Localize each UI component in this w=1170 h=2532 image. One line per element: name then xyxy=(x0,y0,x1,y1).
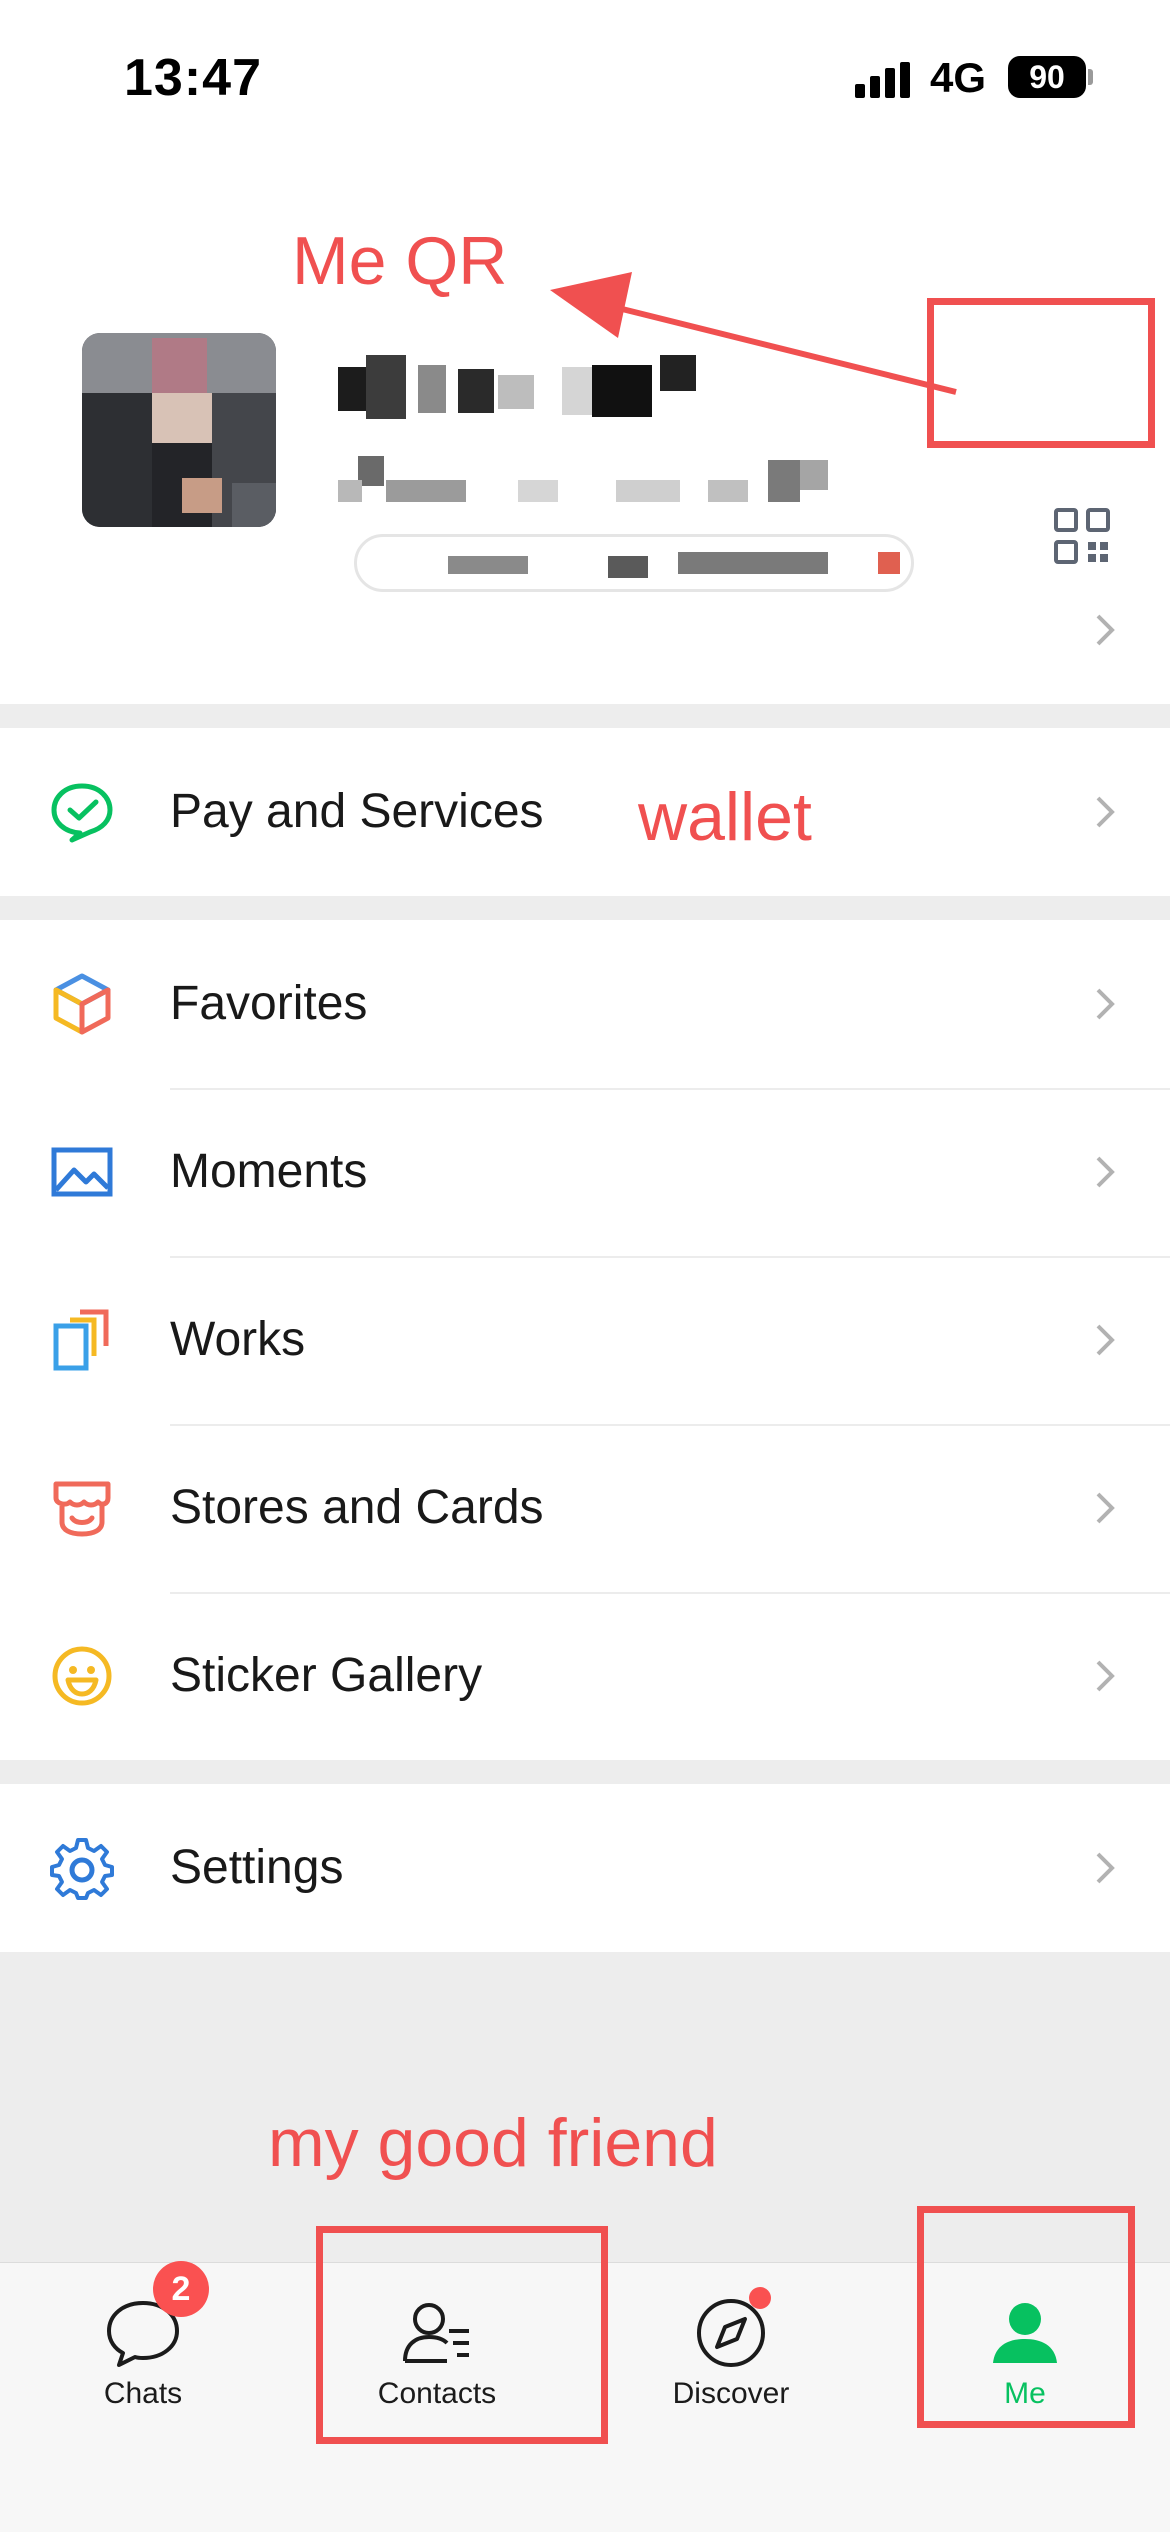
annotation-me-box xyxy=(917,2206,1135,2428)
menu-item-label: Moments xyxy=(170,1145,368,1198)
chevron-right-icon xyxy=(1096,1660,1115,1692)
chevron-right-icon xyxy=(1096,1492,1115,1524)
menu-group-settings: Settings xyxy=(0,1784,1170,1952)
works-icon xyxy=(53,1309,109,1371)
chevron-right-icon xyxy=(1096,1156,1115,1188)
store-icon xyxy=(53,1481,111,1537)
menu-item-moments[interactable]: Moments xyxy=(0,1088,1170,1256)
cellular-signal-icon xyxy=(855,62,911,98)
chevron-right-icon xyxy=(1096,988,1115,1020)
tab-discover[interactable]: Discover xyxy=(621,2263,841,2463)
menu-item-favorites[interactable]: Favorites xyxy=(0,920,1170,1088)
chevron-right-icon xyxy=(1096,614,1115,646)
annotation-friend-note: my good friend xyxy=(268,2105,718,2181)
profile-status-pill[interactable] xyxy=(338,530,938,596)
menu-item-label: Stores and Cards xyxy=(170,1481,544,1534)
discover-new-dot xyxy=(749,2287,771,2309)
qr-code-icon[interactable] xyxy=(1052,506,1112,566)
chevron-right-icon xyxy=(1096,1852,1115,1884)
tab-chats[interactable]: 2 Chats xyxy=(33,2261,253,2463)
annotation-qr-note: Me QR xyxy=(292,223,508,299)
menu-item-sticker-gallery[interactable]: Sticker Gallery xyxy=(0,1592,1170,1760)
avatar[interactable] xyxy=(82,333,276,527)
network-type: 4G xyxy=(930,54,987,101)
menu-item-label: Pay and Services xyxy=(170,785,544,838)
menu-item-settings[interactable]: Settings xyxy=(0,1784,1170,1952)
tab-label: Discover xyxy=(672,2377,790,2410)
menu-item-stores-and-cards[interactable]: Stores and Cards xyxy=(0,1424,1170,1592)
status-bar: 13:47 4G 90 xyxy=(0,0,1170,150)
annotation-wallet-note: wallet xyxy=(638,779,812,855)
chevron-right-icon xyxy=(1096,796,1115,828)
menu-group-main: Favorites Moments Works Stores and Cards… xyxy=(0,920,1170,1760)
menu-item-pay-and-services[interactable]: Pay and Services xyxy=(0,728,1170,896)
profile-name xyxy=(338,355,708,423)
smiley-icon xyxy=(52,1646,112,1706)
menu-item-label: Works xyxy=(170,1313,306,1366)
favorites-cube-icon xyxy=(53,973,111,1035)
menu-item-label: Favorites xyxy=(170,977,368,1030)
menu-group-pay: Pay and Services xyxy=(0,728,1170,896)
menu-item-label: Sticker Gallery xyxy=(170,1649,483,1702)
annotation-contacts-box xyxy=(316,2226,608,2444)
pay-services-icon xyxy=(51,783,113,843)
moments-picture-icon xyxy=(51,1147,113,1197)
chevron-right-icon xyxy=(1096,1324,1115,1356)
menu-item-label: Settings xyxy=(170,1841,344,1894)
chats-unread-badge: 2 xyxy=(153,2261,209,2317)
profile-wechat-id xyxy=(338,450,838,510)
menu-item-works[interactable]: Works xyxy=(0,1256,1170,1424)
tab-label: Chats xyxy=(103,2377,183,2410)
battery-indicator: 90 xyxy=(1008,56,1086,98)
battery-tip xyxy=(1088,69,1093,85)
gear-icon xyxy=(50,1838,114,1900)
annotation-qr-box xyxy=(927,298,1155,448)
status-time: 13:47 xyxy=(124,49,262,107)
